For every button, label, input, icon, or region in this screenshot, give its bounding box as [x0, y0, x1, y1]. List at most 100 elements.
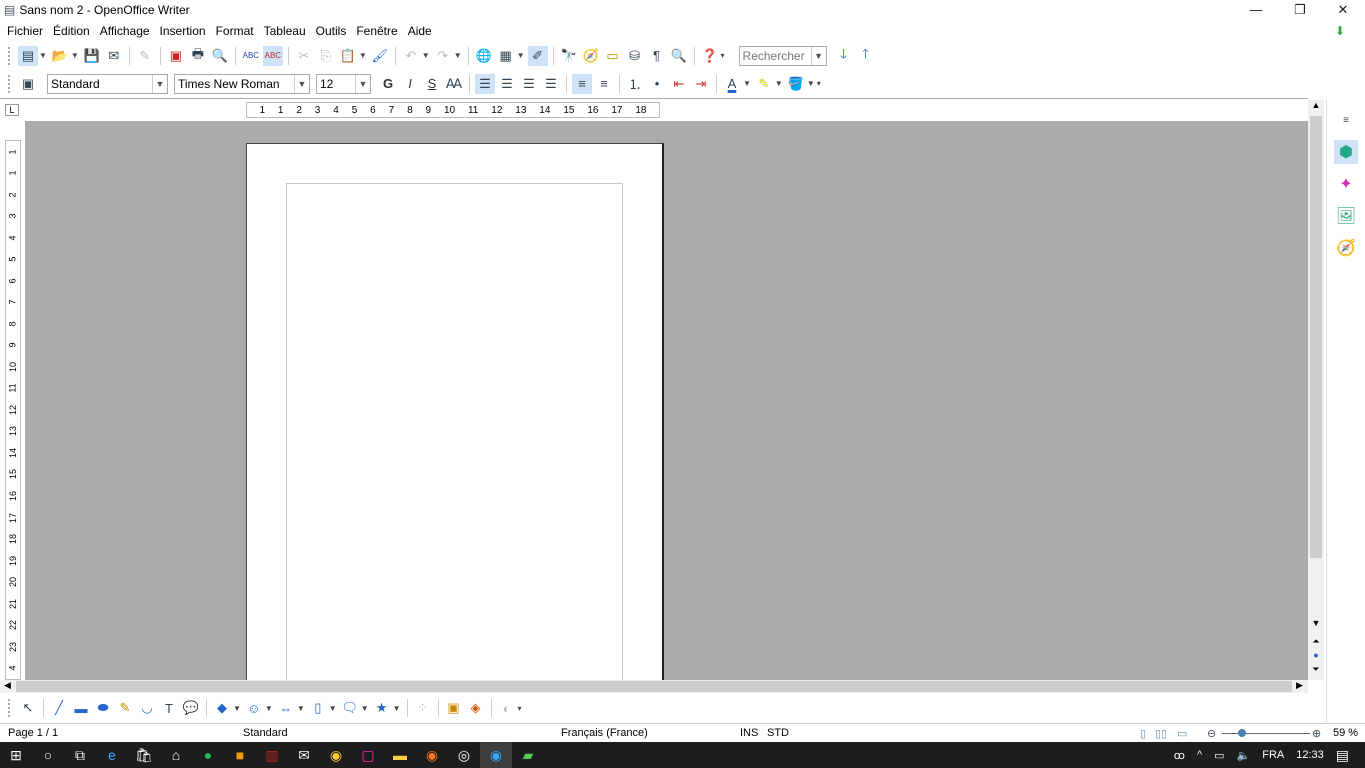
app-icon[interactable]: ▰	[512, 742, 544, 768]
find-replace-icon[interactable]: 🔭	[559, 46, 579, 66]
tab-stop-selector[interactable]: L	[5, 104, 19, 116]
highlighting-icon[interactable]: ✎	[754, 74, 774, 94]
basic-shapes-icon[interactable]: ◆	[212, 698, 232, 718]
dropdown-icon[interactable]: ▼	[393, 704, 401, 713]
callouts-icon[interactable]: 🗨	[340, 698, 360, 718]
search-icon[interactable]: ○	[32, 742, 64, 768]
italic-button[interactable]: I	[400, 74, 420, 94]
redo-dropdown-icon[interactable]: ▼	[454, 51, 462, 60]
rtl-icon[interactable]: ≡	[594, 74, 614, 94]
page[interactable]	[246, 143, 664, 680]
zoom-icon[interactable]: 🔍	[669, 46, 689, 66]
menu-fichier[interactable]: Fichier	[2, 24, 48, 38]
vertical-scrollbar[interactable]: ▲ ▼ ⏶ ● ⏷	[1308, 100, 1324, 680]
toolbar-grip[interactable]	[8, 74, 11, 93]
sidebar-menu-icon[interactable]: ≡	[1334, 108, 1358, 132]
redo-icon[interactable]: ↷	[433, 46, 453, 66]
clock[interactable]: 12:33	[1296, 749, 1324, 761]
find-previous-icon[interactable]: 🡑	[856, 46, 876, 66]
justify-icon[interactable]: ☰	[541, 74, 561, 94]
toolbar-overflow-icon[interactable]: ▾	[518, 704, 522, 713]
increase-indent-icon[interactable]: ⇥	[691, 74, 711, 94]
save-icon[interactable]: 💾	[82, 46, 102, 66]
dropdown-icon[interactable]: ▼	[233, 704, 241, 713]
minimize-button[interactable]: —	[1234, 0, 1278, 20]
language[interactable]: Français (France)	[561, 727, 648, 739]
font-color-icon[interactable]: A	[722, 74, 742, 94]
dropdown-icon[interactable]: ▼	[297, 704, 305, 713]
chevron-down-icon[interactable]: ▼	[294, 74, 309, 93]
undo-icon[interactable]: ↶	[401, 46, 421, 66]
zoom-slider[interactable]	[1222, 733, 1310, 734]
insert-mode[interactable]: INS	[740, 727, 758, 739]
update-icon[interactable]: ⬇	[1330, 24, 1350, 38]
fontwork-icon[interactable]: ◈	[466, 698, 486, 718]
notifications-icon[interactable]: ▤	[1336, 747, 1349, 764]
chrome-icon[interactable]: ◉	[320, 742, 352, 768]
background-dropdown-icon[interactable]: ▼	[807, 79, 815, 88]
scroll-thumb[interactable]	[1310, 116, 1322, 558]
page-style[interactable]: Standard	[243, 727, 288, 739]
background-color-icon[interactable]: 🪣	[786, 74, 806, 94]
scroll-left-icon[interactable]: ◀	[4, 680, 11, 691]
file-explorer-icon[interactable]: ▬	[384, 742, 416, 768]
flowchart-icon[interactable]: ▯	[308, 698, 328, 718]
text-area-boundary[interactable]	[286, 183, 623, 680]
bold-button[interactable]: G	[378, 74, 398, 94]
search-input[interactable]: Rechercher ▼	[738, 45, 827, 66]
scroll-down-icon[interactable]: ▼	[1308, 618, 1324, 628]
toolbar-overflow-icon[interactable]: ▾	[817, 79, 821, 88]
next-page-icon[interactable]: ⏷	[1308, 664, 1324, 675]
styles-formatting-icon[interactable]: ▣	[18, 74, 38, 94]
zoom-out-icon[interactable]: ⊖	[1207, 727, 1216, 740]
bullets-icon[interactable]: •	[647, 74, 667, 94]
chevron-down-icon[interactable]: ▼	[810, 46, 826, 65]
app-icon[interactable]: ▥	[256, 742, 288, 768]
symbol-shapes-icon[interactable]: ☺	[244, 698, 264, 718]
spellcheck-icon[interactable]: ABC	[241, 46, 261, 66]
gallery-icon[interactable]: 🖼	[1334, 204, 1358, 228]
gallery-icon[interactable]: ▭	[603, 46, 623, 66]
multi-page-view-icon[interactable]: ▯▯	[1155, 727, 1167, 740]
callout-text-icon[interactable]: 💬	[181, 698, 201, 718]
block-arrows-icon[interactable]: ⇔	[276, 698, 296, 718]
horizontal-scrollbar[interactable]: ◀ ▶	[0, 680, 1308, 693]
menu-fenetre[interactable]: Fenêtre	[351, 24, 402, 38]
scroll-thumb[interactable]	[16, 681, 1292, 692]
maximize-button[interactable]: ❐	[1278, 0, 1322, 20]
menu-aide[interactable]: Aide	[403, 24, 437, 38]
find-next-icon[interactable]: 🡓	[834, 46, 854, 66]
open-dropdown-icon[interactable]: ▼	[71, 51, 79, 60]
menu-insertion[interactable]: Insertion	[155, 24, 211, 38]
decrease-indent-icon[interactable]: ⇤	[669, 74, 689, 94]
table-icon[interactable]: ▦	[496, 46, 516, 66]
print-icon[interactable]: 🖶	[188, 46, 208, 66]
edit-file-icon[interactable]: ✎	[135, 46, 155, 66]
paintbrush-icon[interactable]: 🖌	[370, 46, 390, 66]
task-view-icon[interactable]: ⧉	[64, 742, 96, 768]
ltr-icon[interactable]: ≡	[572, 73, 592, 94]
edge-icon[interactable]: e	[96, 742, 128, 768]
toolbar-overflow-icon[interactable]: ▾	[721, 51, 725, 60]
previous-page-icon[interactable]: ⏶	[1308, 636, 1324, 647]
mail-icon[interactable]: ✉	[288, 742, 320, 768]
chevron-up-icon[interactable]: ^	[1197, 749, 1202, 761]
new-document-icon[interactable]: ▤	[18, 45, 38, 66]
line-icon[interactable]: ╱	[49, 698, 69, 718]
export-pdf-icon[interactable]: ▣	[166, 46, 186, 66]
print-preview-icon[interactable]: 🔍	[210, 46, 230, 66]
dropdown-icon[interactable]: ▼	[361, 704, 369, 713]
email-icon[interactable]: ✉	[104, 46, 124, 66]
numbering-icon[interactable]: ⒈	[625, 74, 645, 94]
steam-icon[interactable]: ◎	[448, 742, 480, 768]
navigator-icon[interactable]: 🧭	[581, 46, 601, 66]
extrusion-icon[interactable]: ◐	[497, 698, 517, 718]
scroll-right-icon[interactable]: ▶	[1296, 680, 1303, 691]
from-file-icon[interactable]: ▣	[444, 698, 464, 718]
network-icon[interactable]: ▭	[1214, 749, 1224, 762]
nonprinting-characters-icon[interactable]: ¶	[647, 46, 667, 66]
openoffice-icon[interactable]: ◉	[480, 742, 512, 768]
vertical-ruler[interactable]: 1 1 2 3 4 5 6 7 8 9 10 11 12 13 14 15 16 17 18 19 20 21 22 23 4	[5, 140, 21, 680]
paste-dropdown-icon[interactable]: ▼	[359, 51, 367, 60]
stars-icon[interactable]: ★	[372, 698, 392, 718]
